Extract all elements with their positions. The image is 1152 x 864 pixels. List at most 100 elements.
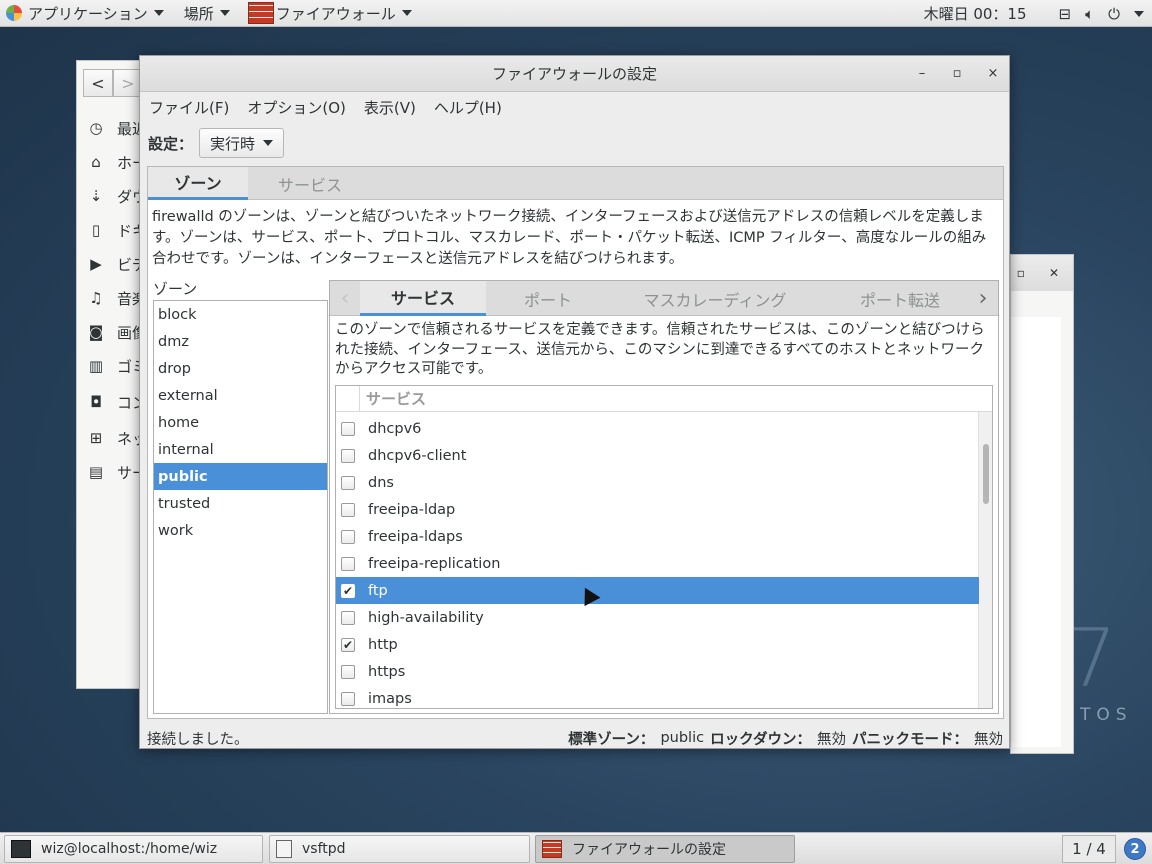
sidebar-item-network[interactable]: ⊞ ネッ xyxy=(87,427,147,449)
tab-zone-ports[interactable]: ポート xyxy=(490,281,606,316)
zone-item-drop[interactable]: drop xyxy=(154,355,327,382)
scrollbar-thumb[interactable] xyxy=(983,444,989,504)
active-app-label: ファイアウォール xyxy=(275,4,396,23)
service-checkbox[interactable]: ✔ xyxy=(341,583,355,598)
zone-item-external[interactable]: external xyxy=(154,382,327,409)
table-row[interactable]: imaps xyxy=(336,685,979,708)
window-titlebar[interactable]: ファイアウォールの設定 – ▫ × xyxy=(140,56,1009,92)
power-icon[interactable]: ⏻ xyxy=(1108,5,1120,23)
sidebar-item-home[interactable]: ⌂ ホー xyxy=(87,151,147,173)
sidebar-item-computer[interactable]: ◘ コン xyxy=(87,391,147,413)
active-app-menu[interactable]: ファイアウォール xyxy=(242,0,418,27)
volume-icon[interactable]: 🔈︎ xyxy=(1085,5,1094,23)
sidebar-item-pictures[interactable]: ◙ 画像 xyxy=(87,321,147,343)
table-row[interactable]: ✔ ftp xyxy=(336,577,979,604)
zone-item-trusted[interactable]: trusted xyxy=(154,490,327,517)
chevron-right-icon[interactable]: › xyxy=(970,281,996,316)
status-bar: 接続しました。 標準ゾーン： public ロックダウン： 無効 パニックモード… xyxy=(140,726,1009,750)
service-name: http xyxy=(368,636,398,653)
service-checkbox[interactable] xyxy=(341,475,355,490)
taskbar-editor[interactable]: vsftpd xyxy=(269,835,530,863)
notification-badge[interactable]: 2 xyxy=(1124,838,1146,860)
column-divider xyxy=(359,386,360,412)
zone-list-title: ゾーン xyxy=(153,280,198,298)
close-icon[interactable]: ✕ xyxy=(1049,266,1059,280)
service-checkbox[interactable] xyxy=(341,529,355,544)
back-button[interactable]: < xyxy=(83,69,113,97)
maximize-icon[interactable]: ▫ xyxy=(1017,266,1025,280)
service-checkbox[interactable] xyxy=(341,448,355,463)
chevron-down-icon xyxy=(219,10,230,16)
network-icon: ⊞ xyxy=(89,429,103,447)
service-checkbox[interactable] xyxy=(341,421,355,436)
clock[interactable]: 木曜日 00：15 xyxy=(924,3,1027,24)
service-checkbox[interactable] xyxy=(341,664,355,679)
tab-zone-masquerading[interactable]: マスカレーディング xyxy=(620,281,810,316)
sidebar-item-server[interactable]: ▤ サー xyxy=(87,461,147,483)
tab-zone-port-forwarding[interactable]: ポート転送 xyxy=(830,281,970,316)
chevron-down-icon[interactable] xyxy=(1134,10,1144,17)
configuration-dropdown[interactable]: 実行時 xyxy=(199,128,285,158)
menu-options[interactable]: オプション(O) xyxy=(247,97,346,118)
table-row[interactable]: high-availability xyxy=(336,604,979,631)
vsftpd-window[interactable]: ▫ ✕ xyxy=(1010,254,1074,754)
zone-item-work[interactable]: work xyxy=(154,517,327,544)
video-icon: ▶ xyxy=(90,255,102,273)
network-icon[interactable]: ⊟ xyxy=(1059,5,1072,23)
zone-item-block[interactable]: block xyxy=(154,301,327,328)
maximize-button[interactable]: ▫ xyxy=(948,65,966,83)
service-name: freeipa-replication xyxy=(368,555,501,572)
table-row[interactable]: freeipa-ldaps xyxy=(336,523,979,550)
table-row[interactable]: dhcpv6-client xyxy=(336,442,979,469)
file-manager-window[interactable]: < > ◷ 最近 ⌂ ホー ⇣ ダウ ▯ ドキ ▶ ビデ ♫ 音楽 ◙ 画像 ▥ ゴミ ◘ コン … xyxy=(76,60,147,689)
service-checkbox[interactable]: ✔ xyxy=(341,637,355,652)
panic-mode-label: パニックモード： xyxy=(852,731,968,748)
service-checkbox[interactable] xyxy=(341,502,355,517)
minimize-button[interactable]: – xyxy=(913,65,931,83)
status-message: 接続しました。 xyxy=(147,731,249,748)
workspace-indicator[interactable]: 1 / 4 xyxy=(1062,835,1116,863)
sidebar-item-music[interactable]: ♫ 音楽 xyxy=(87,287,147,309)
tab-zone-services[interactable]: サービス xyxy=(360,281,486,316)
sidebar-item-videos[interactable]: ▶ ビデ xyxy=(87,253,147,275)
clock-icon: ◷ xyxy=(89,119,103,137)
default-zone-label: 標準ゾーン： xyxy=(568,731,655,748)
services-column-header[interactable]: サービス xyxy=(336,386,992,412)
table-row[interactable]: freeipa-ldap xyxy=(336,496,979,523)
table-row[interactable]: ✔ http xyxy=(336,631,979,658)
server-icon: ▤ xyxy=(88,463,104,481)
sidebar-item-downloads[interactable]: ⇣ ダウ xyxy=(87,185,147,207)
zone-item-public[interactable]: public xyxy=(154,463,327,490)
sidebar-item-documents[interactable]: ▯ ドキ xyxy=(87,219,147,241)
table-row[interactable]: dhcpv6 xyxy=(336,415,979,442)
taskbar-terminal[interactable]: wiz@localhost:/home/wiz xyxy=(4,835,263,863)
table-row[interactable]: freeipa-replication xyxy=(336,550,979,577)
table-row[interactable]: https xyxy=(336,658,979,685)
scrollbar-track[interactable] xyxy=(978,412,992,708)
terminal-icon xyxy=(11,840,31,858)
zone-item-home[interactable]: home xyxy=(154,409,327,436)
disk-icon: ◘ xyxy=(90,393,102,411)
service-checkbox[interactable] xyxy=(341,556,355,571)
service-name: ftp xyxy=(368,582,388,599)
close-button[interactable]: × xyxy=(984,65,1002,83)
table-row[interactable]: dns xyxy=(336,469,979,496)
service-checkbox[interactable] xyxy=(341,691,355,706)
service-name: imaps xyxy=(368,690,412,707)
tab-zones[interactable]: ゾーン xyxy=(148,167,248,200)
service-checkbox[interactable] xyxy=(341,610,355,625)
menu-file[interactable]: ファイル(F) xyxy=(149,97,229,118)
services-description: このゾーンで信頼されるサービスを定義できます。信頼されたサービスは、このゾーンと… xyxy=(335,322,985,377)
top-panel: アプリケーション 場所 ファイアウォール 木曜日 00：15 ⊟ 🔈︎ ⏻ xyxy=(0,0,1152,27)
sidebar-item-trash[interactable]: ▥ ゴミ xyxy=(87,355,147,377)
zone-item-internal[interactable]: internal xyxy=(154,436,327,463)
applications-menu[interactable]: アプリケーション xyxy=(0,0,170,27)
zone-item-dmz[interactable]: dmz xyxy=(154,328,327,355)
taskbar-firewall[interactable]: ファイアウォールの設定 xyxy=(535,835,795,863)
menu-help[interactable]: ヘルプ(H) xyxy=(434,97,502,118)
tab-services[interactable]: サービス xyxy=(248,167,372,200)
places-menu[interactable]: 場所 xyxy=(178,0,236,27)
chevron-left-icon[interactable]: ‹ xyxy=(332,281,358,316)
menu-view[interactable]: 表示(V) xyxy=(364,97,416,118)
sidebar-item-recent[interactable]: ◷ 最近 xyxy=(87,117,147,139)
